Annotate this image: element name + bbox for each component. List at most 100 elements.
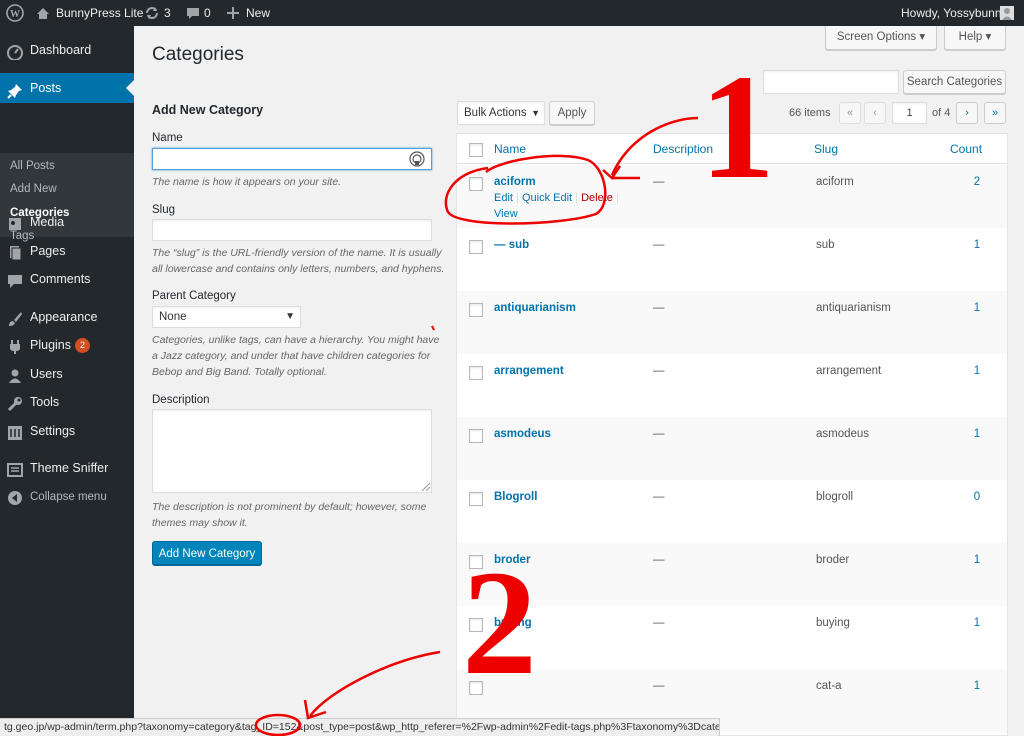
category-description: —: [653, 302, 665, 314]
column-header-count[interactable]: Count: [950, 142, 982, 156]
row-checkbox[interactable]: [469, 177, 483, 191]
annotation-number-2: 2: [462, 540, 537, 706]
apply-button[interactable]: Apply: [549, 101, 595, 125]
updates-icon[interactable]: [144, 0, 160, 26]
category-count-link[interactable]: 1: [962, 365, 992, 377]
row-checkbox[interactable]: [469, 492, 483, 506]
plus-icon[interactable]: [227, 0, 239, 26]
select-arrow-icon: ▼: [531, 108, 540, 118]
admin-bar: W BunnyPress Lite 3 0 New Howdy, Yossybu…: [0, 0, 1024, 26]
select-all-checkbox[interactable]: [469, 143, 483, 157]
category-name-link[interactable]: aciform: [494, 176, 536, 188]
previous-page-button[interactable]: ‹: [864, 102, 886, 124]
table-row: Blogroll — blogroll 0: [457, 480, 1007, 543]
sidebar-item-label: Theme Sniffer: [30, 461, 109, 475]
sidebar-item-users[interactable]: Users: [0, 360, 134, 388]
category-count-link[interactable]: 1: [962, 302, 992, 314]
category-count-link[interactable]: 1: [962, 239, 992, 251]
view-link[interactable]: View: [494, 208, 518, 220]
submenu-item-all-posts[interactable]: All Posts: [10, 156, 55, 176]
search-categories-button[interactable]: Search Categories: [903, 70, 1006, 94]
sidebar-item-comments[interactable]: Comments: [0, 265, 134, 293]
dashboard-icon: [7, 42, 23, 61]
sidebar-item-appearance[interactable]: Appearance: [0, 303, 134, 331]
category-name-link[interactable]: asmodeus: [494, 428, 551, 440]
plugins-label: Plugins: [30, 338, 71, 352]
list-icon: [7, 460, 23, 477]
column-header-name[interactable]: Name: [494, 142, 526, 156]
description-textarea[interactable]: [152, 409, 432, 493]
column-header-slug[interactable]: Slug: [814, 142, 838, 156]
bulk-actions-selected: Bulk Actions: [464, 107, 527, 119]
category-count-link[interactable]: 1: [962, 680, 992, 692]
plug-icon: [7, 337, 23, 354]
settings-icon: [7, 423, 23, 440]
sidebar-item-plugins[interactable]: Plugins 2: [0, 331, 134, 359]
separator: |: [615, 192, 619, 204]
paintbrush-icon: [7, 309, 23, 326]
parent-category-select[interactable]: None ▼: [152, 306, 301, 328]
bulk-actions-select[interactable]: Bulk Actions ▼: [457, 101, 545, 125]
comment-icon[interactable]: [186, 0, 200, 26]
add-new-category-button[interactable]: Add New Category: [152, 541, 262, 565]
edit-link[interactable]: Edit: [494, 192, 513, 204]
quick-edit-link[interactable]: Quick Edit: [522, 192, 572, 204]
howdy-account[interactable]: Howdy, Yossybunny: [901, 0, 1008, 26]
categories-table: Name Description Slug Count aciform Edit…: [456, 133, 1008, 736]
category-description: —: [653, 680, 665, 692]
category-slug: sub: [816, 239, 835, 251]
sidebar-item-posts[interactable]: Posts: [0, 73, 134, 103]
category-name-link[interactable]: arrangement: [494, 365, 564, 377]
parent-category-description: Categories, unlike tags, can have a hier…: [152, 334, 440, 378]
category-description: —: [653, 554, 665, 566]
screen-options-button[interactable]: Screen Options ▾: [825, 26, 937, 50]
help-button[interactable]: Help ▾: [944, 26, 1006, 50]
sidebar-item-settings[interactable]: Settings: [0, 417, 134, 445]
delete-link[interactable]: Delete: [581, 192, 613, 204]
password-manager-icon[interactable]: [409, 151, 425, 167]
sidebar-item-label: Settings: [30, 424, 76, 438]
category-count-link[interactable]: 0: [962, 491, 992, 503]
sidebar-item-label: Tools: [30, 395, 60, 409]
site-name-link[interactable]: BunnyPress Lite: [56, 0, 143, 26]
caret-down-icon: ▾: [919, 31, 926, 43]
wrench-icon: [7, 394, 23, 412]
next-page-button[interactable]: ›: [956, 102, 978, 124]
category-name-link[interactable]: Blogroll: [494, 491, 537, 503]
sidebar-item-label: Dashboard: [30, 43, 92, 57]
sidebar-item-dashboard[interactable]: Dashboard: [0, 36, 134, 64]
current-page-input[interactable]: 1: [892, 102, 927, 124]
category-name-link[interactable]: antiquarianism: [494, 302, 576, 314]
collapse-menu-button[interactable]: Collapse menu: [0, 483, 134, 511]
category-slug: cat-a: [816, 680, 842, 692]
slug-input[interactable]: [152, 219, 432, 241]
sidebar-item-label: Appearance: [30, 310, 98, 324]
row-checkbox[interactable]: [469, 366, 483, 380]
sidebar-item-pages[interactable]: Pages: [0, 237, 134, 265]
resize-grip-icon[interactable]: [422, 483, 430, 491]
new-content-link[interactable]: New: [246, 0, 270, 26]
row-checkbox[interactable]: [469, 429, 483, 443]
avatar[interactable]: [1000, 0, 1014, 26]
comments-count[interactable]: 0: [204, 0, 211, 26]
row-actions: Edit | Quick Edit | Delete |: [494, 192, 619, 204]
row-checkbox[interactable]: [469, 303, 483, 317]
sidebar-item-theme-sniffer[interactable]: Theme Sniffer: [0, 454, 134, 482]
row-checkbox[interactable]: [469, 240, 483, 254]
wordpress-logo-icon[interactable]: W: [6, 0, 24, 26]
category-count-link[interactable]: 1: [962, 617, 992, 629]
svg-text:W: W: [10, 9, 20, 20]
last-page-button[interactable]: »: [984, 102, 1006, 124]
updates-count[interactable]: 3: [164, 0, 171, 26]
sidebar-item-tools[interactable]: Tools: [0, 388, 134, 416]
category-count-link[interactable]: 2: [962, 176, 992, 188]
submenu-item-add-new[interactable]: Add New: [10, 179, 57, 199]
name-input[interactable]: [152, 148, 432, 170]
first-page-button[interactable]: «: [839, 102, 861, 124]
sidebar-item-media[interactable]: Media: [0, 208, 134, 236]
category-name-link[interactable]: — sub: [494, 239, 529, 251]
category-count-link[interactable]: 1: [962, 554, 992, 566]
form-heading: Add New Category: [152, 103, 264, 117]
category-search-input[interactable]: [763, 70, 899, 94]
category-count-link[interactable]: 1: [962, 428, 992, 440]
